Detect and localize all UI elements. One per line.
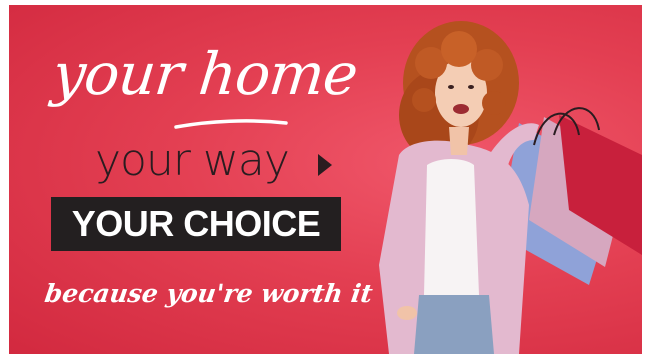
subline-your-way: your way xyxy=(95,135,290,186)
tagline: because you're worth it xyxy=(42,279,375,308)
headline-your-home: your home xyxy=(49,40,361,108)
your-choice-box: YOUR CHOICE xyxy=(51,197,341,251)
play-arrow-icon xyxy=(318,154,332,176)
woman-with-shopping-bags-image xyxy=(379,21,642,354)
headline-underline xyxy=(174,119,288,129)
promo-banner[interactable]: your home your way YOUR CHOICE because y… xyxy=(9,5,642,354)
your-choice-label: YOUR CHOICE xyxy=(71,203,321,244)
